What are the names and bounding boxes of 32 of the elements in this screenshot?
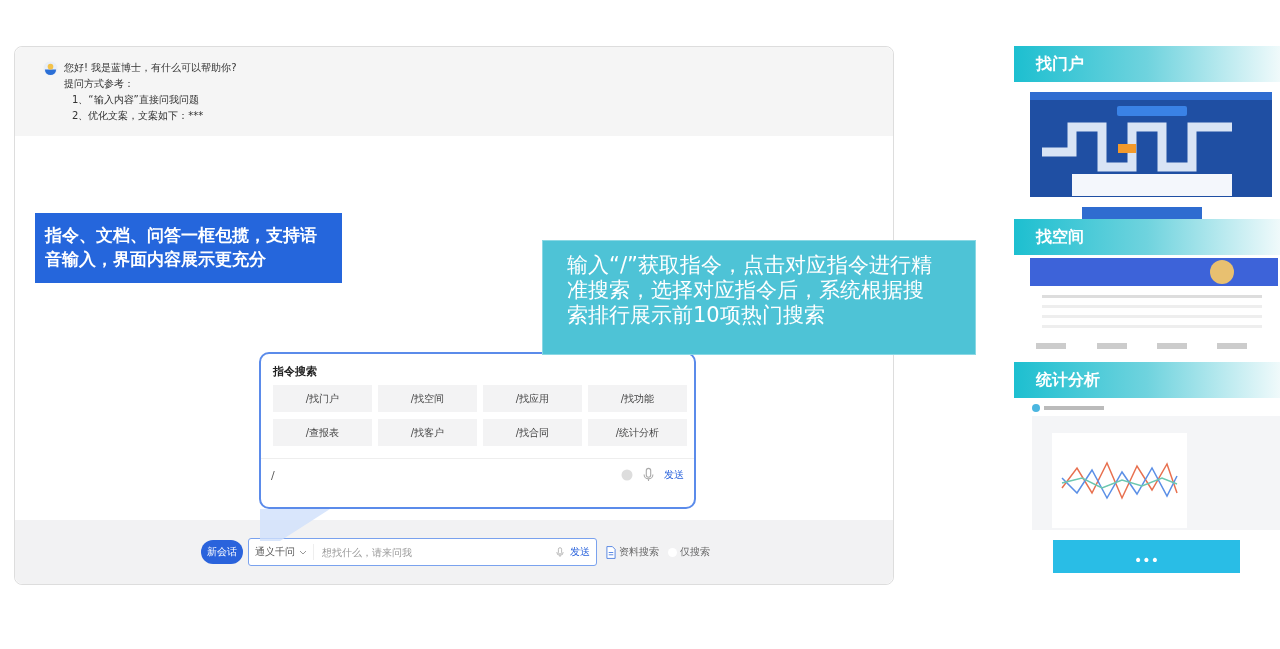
command-chip[interactable]: /找功能 [588,385,687,412]
section-heading: 找空间 [1014,219,1280,255]
option-label[interactable]: 仅搜索 [680,545,710,559]
chat-input[interactable]: 通义千问 想找什么，请来问我 发送 [248,538,597,566]
callout-bubble: 输入“/”获取指令，点击对应指令进行精准搜索，选择对应指令后，系统根据搜索排行展示前10项热门搜索 [542,240,976,355]
command-chip[interactable]: /统计分析 [588,419,687,446]
command-chip[interactable]: /找合同 [483,419,582,446]
microphone-icon[interactable] [556,546,564,558]
document-icon [606,545,616,559]
send-button[interactable]: 发送 [664,468,684,482]
greeting-text: 您好! 我是蓝博士，有什么可以帮助你? [64,61,237,75]
send-button[interactable]: 发送 [570,545,590,559]
new-chat-button[interactable]: 新会话 [201,540,243,564]
command-chip[interactable]: /找门户 [273,385,372,412]
callout-bubble: 指令、文档、问答一框包揽，支持语音输入，界面内容展示更充分 [35,213,342,283]
section-heading: 找门户 [1014,46,1280,82]
command-chip[interactable]: /找应用 [483,385,582,412]
command-chip[interactable]: /找客户 [378,419,477,446]
caret-icon [299,549,307,555]
hint-title: 提问方式参考： [64,77,135,91]
clear-icon[interactable] [621,469,633,481]
section-heading: 统计分析 [1014,362,1280,398]
bot-avatar-icon [43,61,58,76]
command-chip[interactable]: /找空间 [378,385,477,412]
hint-text: 1、“输入内容”直接问我问题 [71,93,200,107]
popup-title: 指令搜索 [273,364,318,379]
command-chip[interactable]: /查报表 [273,419,372,446]
microphone-icon[interactable] [643,467,654,483]
model-select[interactable]: 通义千问 [255,544,314,560]
option-label[interactable]: 资料搜索 [619,545,659,559]
popup-pointer-drawing [260,509,330,541]
hint-text: 2、优化文案，文案如下：*** [71,109,205,123]
